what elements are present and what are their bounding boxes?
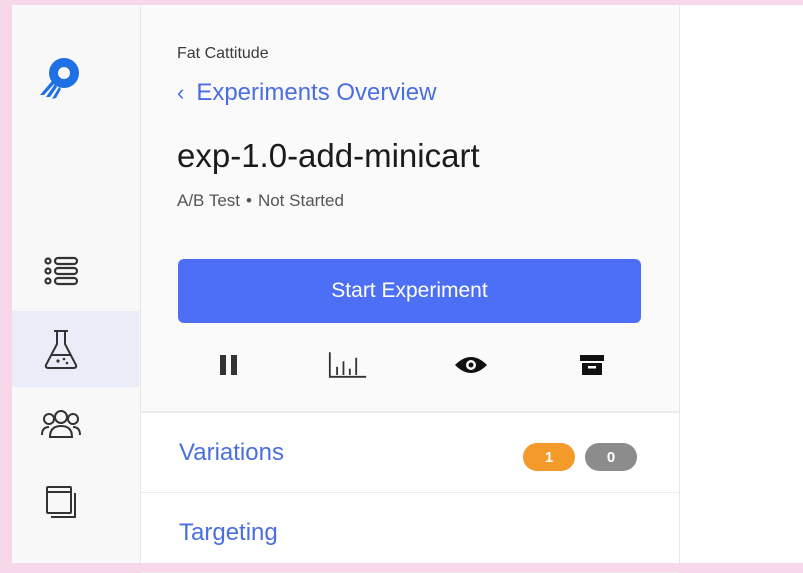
chevron-left-icon: ‹ xyxy=(177,80,185,105)
flask-icon xyxy=(44,330,77,369)
experiment-header: Fat Cattitude ‹ Experiments Overview exp… xyxy=(141,5,679,413)
experiment-title: exp-1.0-add-minicart xyxy=(177,137,480,174)
rocket-logo-icon[interactable] xyxy=(30,51,86,107)
experiment-panel: Fat Cattitude ‹ Experiments Overview exp… xyxy=(141,5,680,573)
experiment-status: Not Started xyxy=(257,191,344,210)
left-sidebar xyxy=(12,5,141,563)
pause-icon xyxy=(220,355,237,375)
users-icon xyxy=(40,410,81,438)
section-targeting-label: Targeting xyxy=(179,519,278,546)
preview-button[interactable] xyxy=(451,345,491,385)
archive-icon xyxy=(580,355,604,375)
chart-icon xyxy=(328,352,367,378)
section-targeting[interactable]: Targeting xyxy=(141,493,679,573)
section-variations-label: Variations xyxy=(179,439,284,466)
eye-icon xyxy=(455,357,487,373)
content-area xyxy=(680,5,803,563)
variations-paused-badge: 0 xyxy=(585,443,637,471)
project-name: Fat Cattitude xyxy=(177,45,269,62)
results-button[interactable] xyxy=(328,345,368,385)
variations-count-badge: 1 xyxy=(523,443,575,471)
sidebar-item-list[interactable] xyxy=(12,233,139,309)
section-variations[interactable]: Variations 1 0 xyxy=(141,413,679,493)
window-icon xyxy=(45,486,76,518)
meta-separator: • xyxy=(246,191,252,210)
sidebar-item-experiments[interactable] xyxy=(12,311,139,387)
archive-button[interactable] xyxy=(572,345,612,385)
list-icon xyxy=(43,256,78,286)
experiment-type: A/B Test xyxy=(177,191,240,210)
sidebar-item-audiences[interactable] xyxy=(12,387,139,463)
back-link-label: Experiments Overview xyxy=(196,79,437,106)
sidebar-item-pages[interactable] xyxy=(12,463,139,539)
experiment-meta: A/B Test • Not Started xyxy=(177,191,344,211)
pause-button[interactable] xyxy=(209,345,249,385)
back-link[interactable]: ‹ Experiments Overview xyxy=(177,79,436,107)
start-experiment-button[interactable]: Start Experiment xyxy=(178,259,641,323)
